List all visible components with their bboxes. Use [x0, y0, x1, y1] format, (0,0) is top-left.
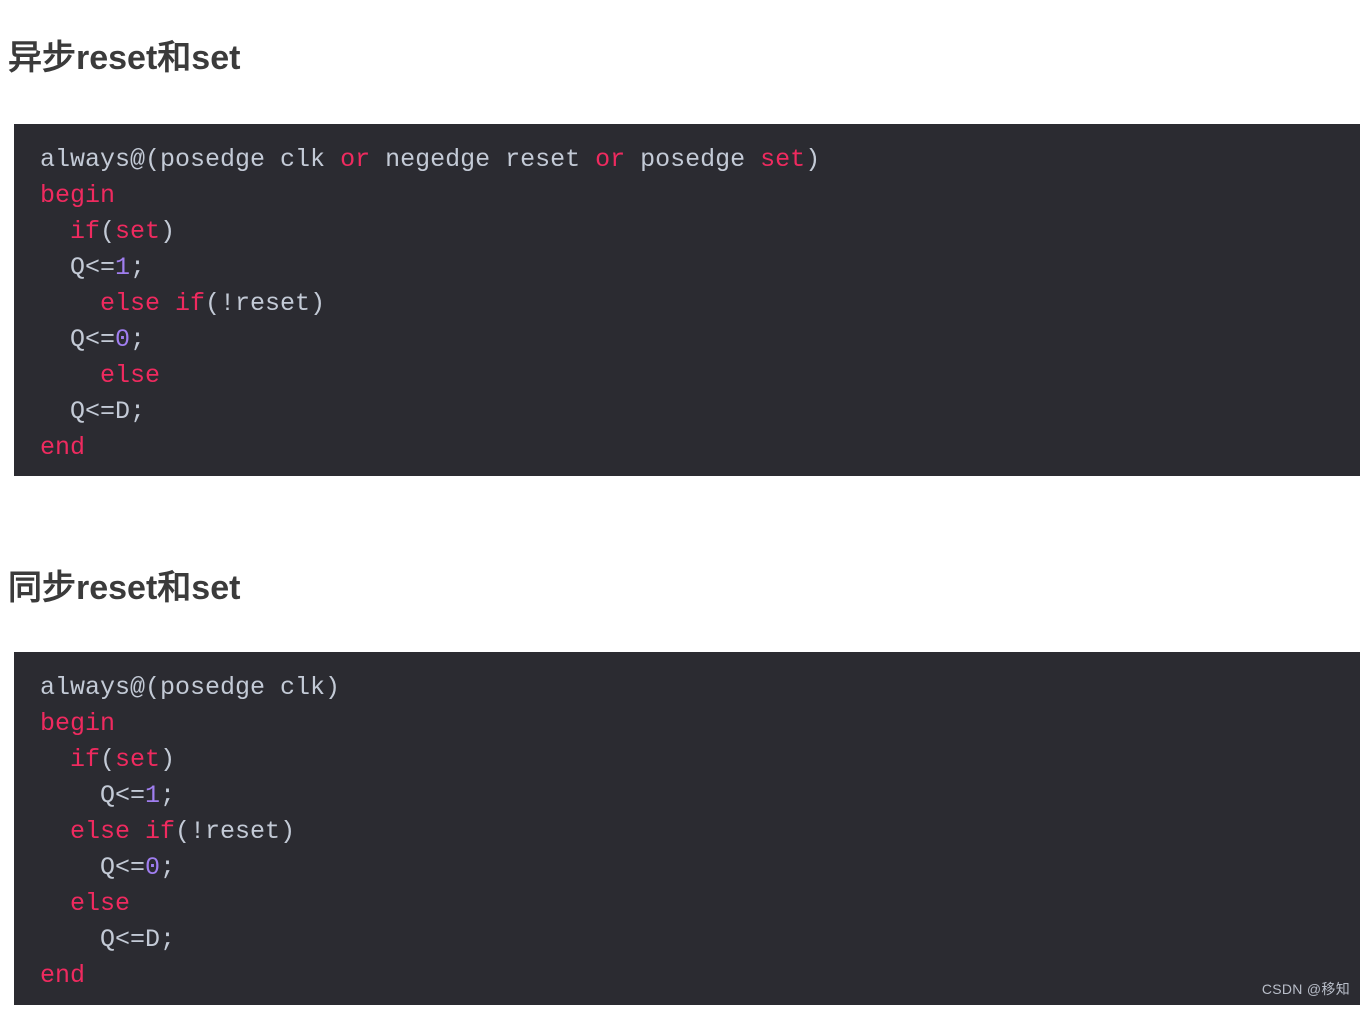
code-token-num: 0: [115, 325, 131, 354]
code-line: Q<=0;: [40, 850, 1360, 886]
code-lines-async: always@(posedge clk or negedge reset or …: [14, 142, 1360, 466]
code-token-txt: Q<=: [40, 781, 146, 810]
code-line: always@(posedge clk or negedge reset or …: [40, 142, 1360, 178]
code-line: else: [40, 886, 1360, 922]
code-token-txt: (: [100, 217, 116, 246]
code-token-kw: set: [115, 217, 161, 246]
code-line: Q<=1;: [40, 778, 1360, 814]
code-token-txt: always@(posedge clk): [40, 673, 341, 702]
code-token-num: 0: [145, 853, 161, 882]
code-token-txt: negedge reset: [370, 145, 596, 174]
code-token-txt: ): [160, 217, 176, 246]
code-token-kw: set: [115, 745, 161, 774]
code-token-txt: ;: [130, 253, 146, 282]
code-token-txt: Q<=: [40, 853, 146, 882]
code-token-txt: ;: [160, 781, 176, 810]
code-block-sync-reset-set[interactable]: always@(posedge clk) begin if(set) Q<=1; …: [14, 652, 1360, 1005]
watermark: CSDN @移知: [1261, 981, 1350, 997]
code-token-kw: set: [760, 145, 806, 174]
code-line: Q<=1;: [40, 250, 1360, 286]
code-token-kw: begin: [40, 709, 116, 738]
code-line: end: [40, 958, 1360, 994]
code-token-kw: end: [40, 961, 86, 990]
code-token-txt: (: [100, 745, 116, 774]
code-line: else: [40, 358, 1360, 394]
code-line: if(set): [40, 742, 1360, 778]
code-token-num: 1: [145, 781, 161, 810]
code-token-txt: ;: [160, 853, 176, 882]
code-token-kw: begin: [40, 181, 116, 210]
code-lines-sync: always@(posedge clk) begin if(set) Q<=1; …: [14, 670, 1360, 994]
code-token-txt: ;: [130, 325, 146, 354]
code-token-txt: Q<=D;: [40, 925, 176, 954]
code-token-txt: Q<=: [40, 325, 116, 354]
code-token-kw: else if: [100, 289, 206, 318]
code-line: end: [40, 430, 1360, 466]
code-token-kw: else if: [70, 817, 176, 846]
page-title-sync: 同步reset和set: [8, 568, 241, 607]
code-token-kw: else: [100, 361, 161, 390]
code-token-txt: Q<=D;: [40, 397, 146, 426]
code-token-txt: (!reset): [175, 817, 296, 846]
code-line: else if(!reset): [40, 286, 1360, 322]
code-token-kw: end: [40, 433, 86, 462]
code-token-txt: ): [160, 745, 176, 774]
code-line: Q<=D;: [40, 922, 1360, 958]
code-line: begin: [40, 178, 1360, 214]
code-line: Q<=D;: [40, 394, 1360, 430]
code-token-num: 1: [115, 253, 131, 282]
code-line: if(set): [40, 214, 1360, 250]
code-token-txt: Q<=: [40, 253, 116, 282]
code-token-txt: posedge: [625, 145, 761, 174]
code-token-txt: always@(posedge clk: [40, 145, 341, 174]
code-token-txt: ): [805, 145, 821, 174]
code-token-kw: if: [70, 217, 101, 246]
code-block-async-reset-set[interactable]: always@(posedge clk or negedge reset or …: [14, 124, 1360, 476]
code-token-kw: else: [70, 889, 131, 918]
code-line: always@(posedge clk): [40, 670, 1360, 706]
code-token-kw: or: [340, 145, 371, 174]
code-token-txt: (!reset): [205, 289, 326, 318]
code-token-kw: or: [595, 145, 626, 174]
code-line: begin: [40, 706, 1360, 742]
code-token-kw: if: [70, 745, 101, 774]
page-title-async: 异步reset和set: [8, 38, 241, 77]
code-line: else if(!reset): [40, 814, 1360, 850]
code-line: Q<=0;: [40, 322, 1360, 358]
